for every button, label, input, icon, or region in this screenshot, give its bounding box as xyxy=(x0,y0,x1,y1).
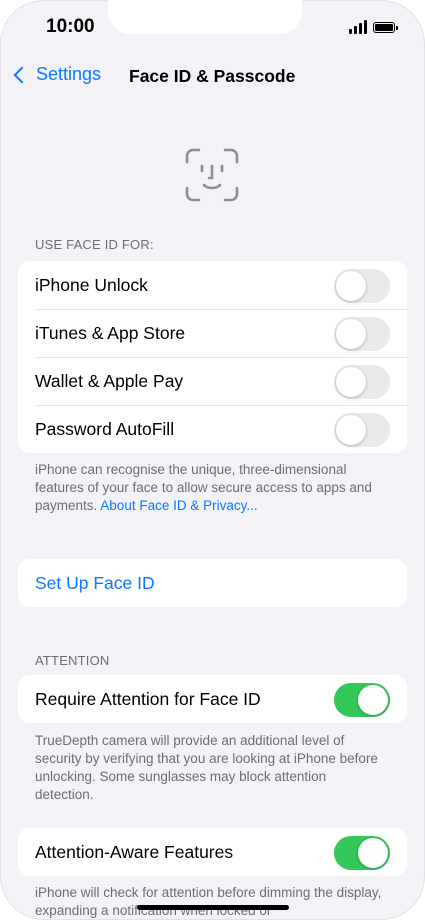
signal-icon xyxy=(349,20,367,34)
require-attention-toggle[interactable] xyxy=(334,683,390,717)
back-button[interactable]: Settings xyxy=(10,64,101,85)
password-autofill-toggle[interactable] xyxy=(334,413,390,447)
face-id-icon xyxy=(185,148,239,202)
set-up-face-id-label: Set Up Face ID xyxy=(35,572,155,593)
phone-screen: 10:00 Settings Face ID & Passcode USE FA… xyxy=(0,0,425,920)
about-face-id-privacy-link[interactable]: About Face ID & Privacy... xyxy=(100,498,257,513)
status-icons xyxy=(349,20,398,34)
use-face-id-group: iPhone Unlock iTunes & App Store Wallet … xyxy=(18,261,407,453)
row-iphone-unlock: iPhone Unlock xyxy=(18,261,407,309)
attention-aware-footer: iPhone will check for attention before d… xyxy=(35,885,382,918)
row-require-attention: Require Attention for Face ID xyxy=(18,675,407,723)
row-label: iPhone Unlock xyxy=(35,274,148,295)
attention-aware-toggle[interactable] xyxy=(334,836,390,870)
notch xyxy=(108,0,302,34)
navigation-bar: Settings Face ID & Passcode xyxy=(0,60,425,92)
row-label: Wallet & Apple Pay xyxy=(35,370,184,391)
battery-icon xyxy=(373,21,398,33)
face-id-footer: iPhone can recognise the unique, three-d… xyxy=(35,461,387,515)
home-indicator[interactable] xyxy=(137,905,289,910)
row-password-autofill: Password AutoFill xyxy=(18,405,407,453)
attention-aware-group: Attention-Aware Features xyxy=(18,828,407,876)
attention-header: ATTENTION xyxy=(35,653,110,668)
wallet-apple-pay-toggle[interactable] xyxy=(334,365,390,399)
setup-group: Set Up Face ID xyxy=(18,559,407,607)
row-wallet-apple-pay: Wallet & Apple Pay xyxy=(18,357,407,405)
iphone-unlock-toggle[interactable] xyxy=(334,269,390,303)
row-label: Attention-Aware Features xyxy=(35,841,234,862)
row-attention-aware: Attention-Aware Features xyxy=(18,828,407,876)
require-attention-group: Require Attention for Face ID xyxy=(18,675,407,723)
set-up-face-id-button[interactable]: Set Up Face ID xyxy=(18,559,407,607)
row-itunes-app-store: iTunes & App Store xyxy=(18,309,407,357)
use-face-id-header: USE FACE ID FOR: xyxy=(35,237,154,252)
back-label: Settings xyxy=(36,64,102,84)
row-label: iTunes & App Store xyxy=(35,322,186,343)
row-label: Password AutoFill xyxy=(35,418,175,439)
require-attention-footer: TrueDepth camera will provide an additio… xyxy=(35,733,378,802)
status-time: 10:00 xyxy=(46,16,95,37)
chevron-left-icon xyxy=(13,66,31,83)
page-title: Face ID & Passcode xyxy=(129,66,296,86)
row-label: Require Attention for Face ID xyxy=(35,688,261,709)
itunes-app-store-toggle[interactable] xyxy=(334,317,390,351)
